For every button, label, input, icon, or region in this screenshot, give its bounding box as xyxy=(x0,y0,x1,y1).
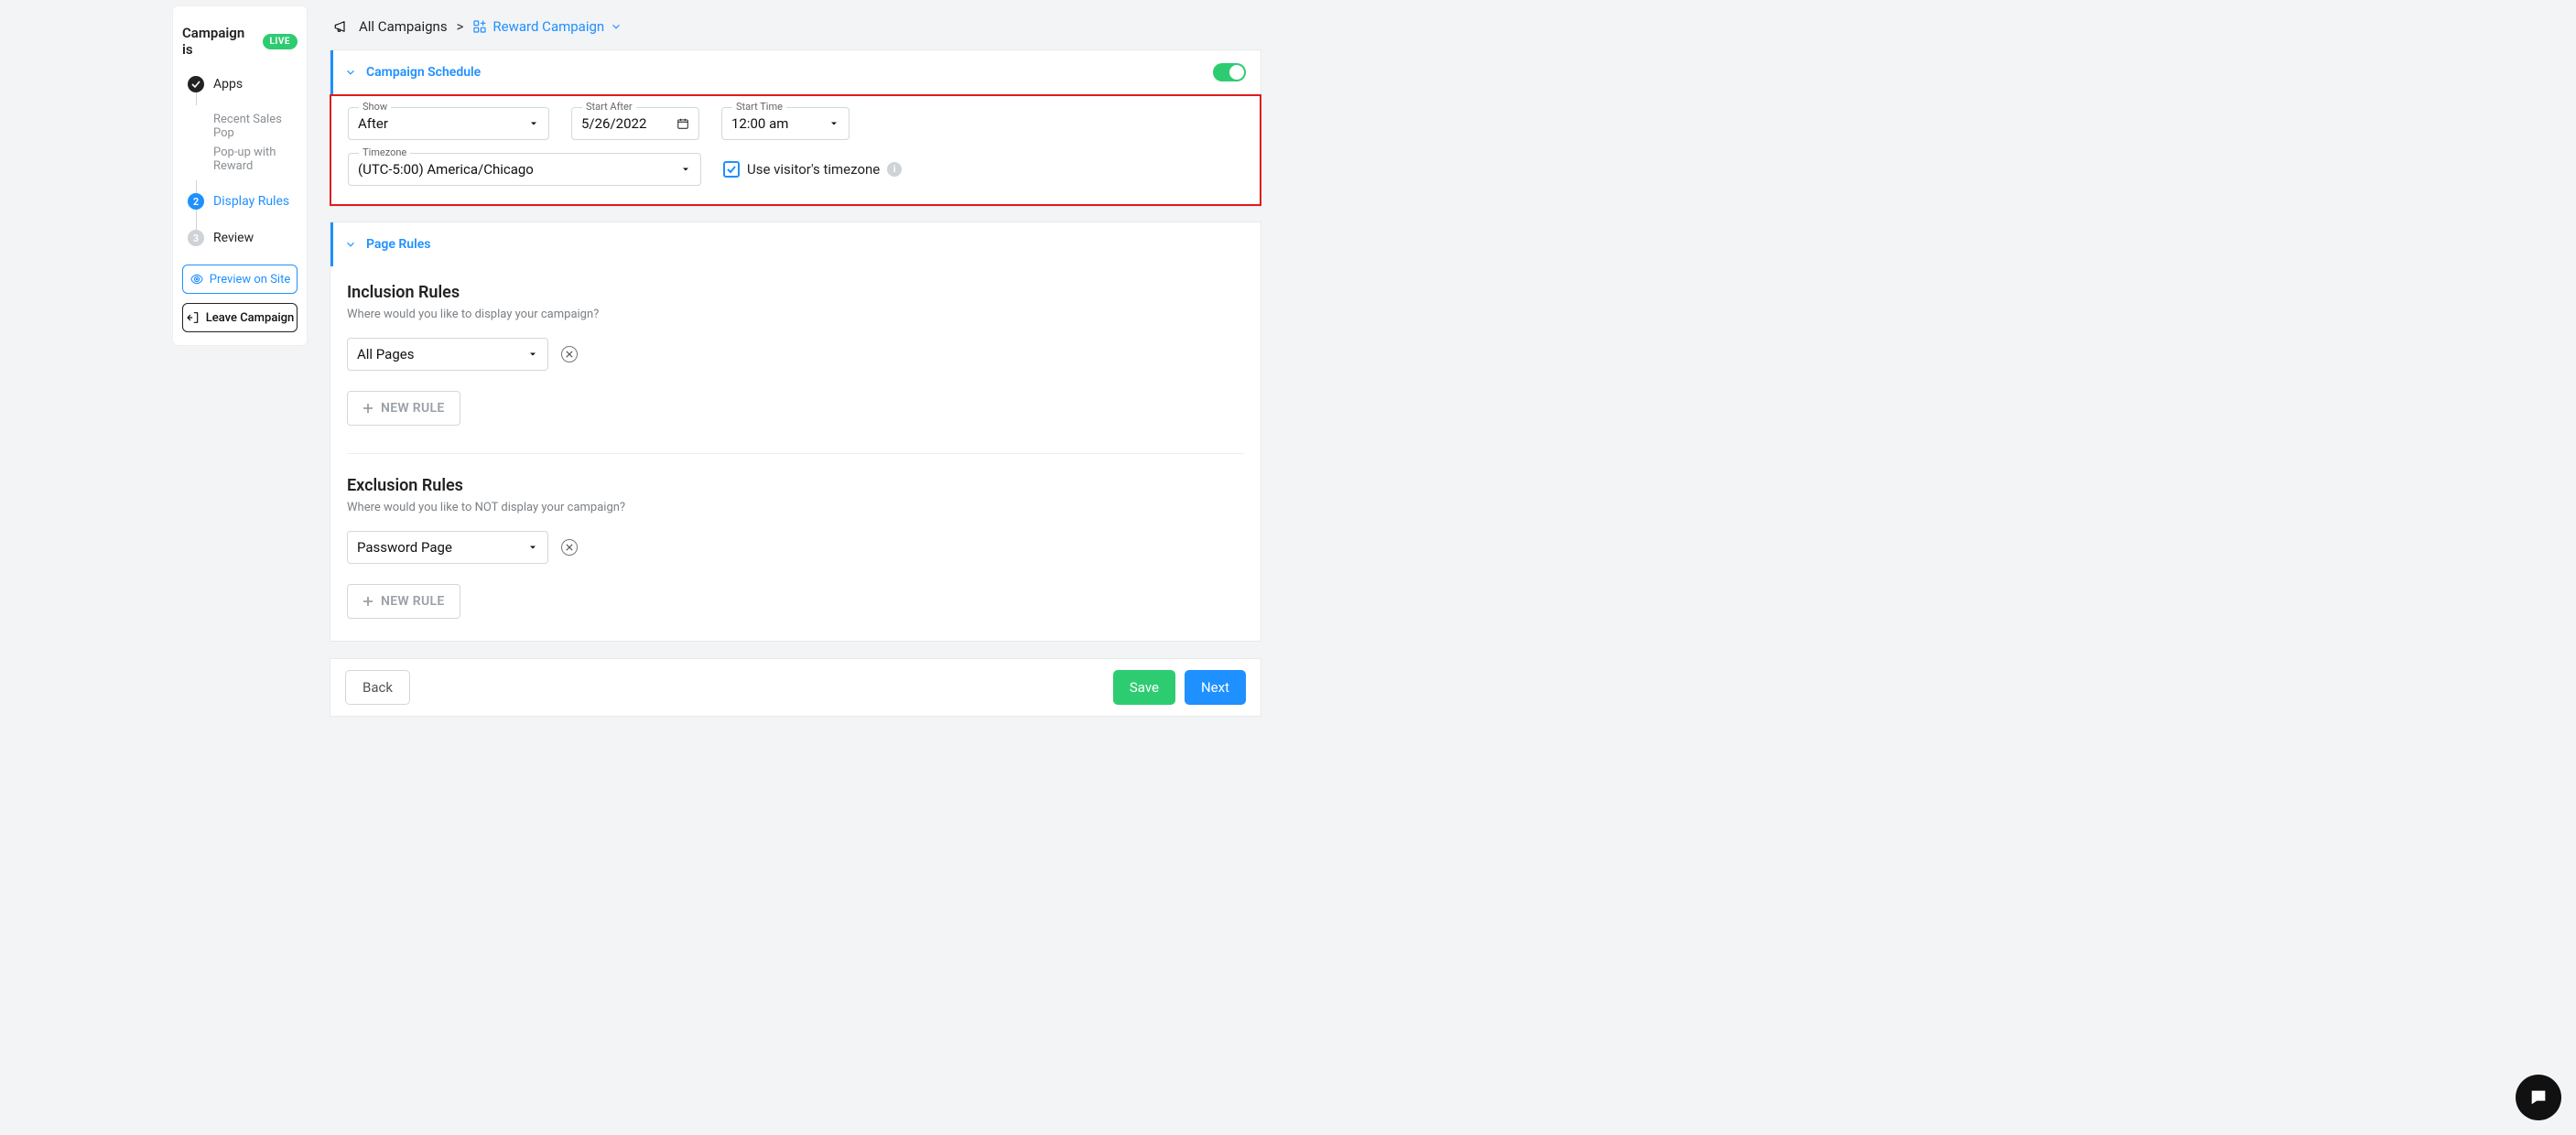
timezone-value: (UTC-5:00) America/Chicago xyxy=(358,161,534,178)
campaign-schedule-panel: Campaign Schedule Show After Start After xyxy=(330,49,1261,207)
breadcrumb-sep: > xyxy=(457,18,464,35)
step-label: Apps xyxy=(213,77,243,92)
plus-icon xyxy=(363,596,373,607)
exclusion-select[interactable]: Password Page xyxy=(347,531,548,564)
visitor-tz-label: Use visitor's timezone xyxy=(747,161,880,178)
breadcrumb-root[interactable]: All Campaigns xyxy=(359,18,448,35)
caret-down-icon xyxy=(828,118,839,129)
leave-label: Leave Campaign xyxy=(206,311,295,325)
breadcrumb-current[interactable]: Reward Campaign xyxy=(472,18,622,35)
new-exclusion-rule-button[interactable]: NEW RULE xyxy=(347,584,460,619)
schedule-body-highlight: Show After Start After 5/26/2022 xyxy=(330,94,1261,206)
back-label: Back xyxy=(363,679,393,696)
inclusion-rules-block: Inclusion Rules Where would you like to … xyxy=(347,283,1244,426)
exclusion-title: Exclusion Rules xyxy=(347,476,1244,495)
field-label: Start Time xyxy=(732,101,786,113)
step-sub-item[interactable]: Recent Sales Pop xyxy=(213,113,298,140)
start-time-field[interactable]: Start Time 12:00 am xyxy=(721,107,850,140)
section-title: Campaign Schedule xyxy=(366,65,481,80)
inclusion-subtext: Where would you like to display your cam… xyxy=(347,308,1244,321)
start-after-field[interactable]: Start After 5/26/2022 xyxy=(571,107,699,140)
plus-icon xyxy=(363,403,373,414)
exit-icon xyxy=(186,310,200,325)
chevron-down-icon xyxy=(344,238,357,251)
start-after-value: 5/26/2022 xyxy=(581,115,646,132)
step-apps[interactable]: Apps xyxy=(188,76,298,92)
new-inclusion-rule-button[interactable]: NEW RULE xyxy=(347,391,460,426)
campaign-status-text: Campaign is xyxy=(182,25,255,58)
exclusion-rules-block: Exclusion Rules Where would you like to … xyxy=(347,453,1244,619)
field-label: Timezone xyxy=(359,146,410,158)
exclusion-value: Password Page xyxy=(357,539,452,556)
campaign-schedule-header[interactable]: Campaign Schedule xyxy=(330,50,1261,94)
breadcrumb-current-label: Reward Campaign xyxy=(492,18,604,35)
preview-label: Preview on Site xyxy=(210,273,291,286)
show-field[interactable]: Show After xyxy=(348,107,549,140)
save-label: Save xyxy=(1130,679,1159,696)
inclusion-title: Inclusion Rules xyxy=(347,283,1244,302)
caret-down-icon xyxy=(527,542,538,553)
exclusion-subtext: Where would you like to NOT display your… xyxy=(347,501,1244,514)
field-label: Show xyxy=(359,101,391,113)
step-review[interactable]: 3 Review xyxy=(188,230,298,246)
eye-icon xyxy=(189,272,204,286)
inclusion-select[interactable]: All Pages xyxy=(347,338,548,371)
back-button[interactable]: Back xyxy=(345,670,410,705)
caret-down-icon xyxy=(680,164,691,175)
caret-down-icon xyxy=(527,349,538,360)
next-label: Next xyxy=(1201,679,1229,696)
save-button[interactable]: Save xyxy=(1113,670,1175,705)
preview-on-site-button[interactable]: Preview on Site xyxy=(182,265,298,294)
step-display-rules[interactable]: 2 Display Rules xyxy=(188,193,298,210)
calendar-icon xyxy=(676,117,689,130)
chevron-down-icon xyxy=(344,66,357,79)
megaphone-icon xyxy=(333,18,350,35)
inclusion-value: All Pages xyxy=(357,346,414,362)
timezone-field[interactable]: Timezone (UTC-5:00) America/Chicago xyxy=(348,153,701,186)
info-icon[interactable]: i xyxy=(887,162,902,177)
new-rule-label: NEW RULE xyxy=(381,594,445,609)
step-sub-item[interactable]: Pop-up with Reward xyxy=(213,146,298,173)
step-number-icon: 3 xyxy=(188,230,204,246)
page-rules-header[interactable]: Page Rules xyxy=(330,222,1261,266)
wizard-steps: Apps Recent Sales Pop Pop-up with Reward… xyxy=(182,76,298,246)
checkbox-checked-icon xyxy=(723,161,740,178)
check-icon xyxy=(188,76,204,92)
step-label: Display Rules xyxy=(213,194,289,209)
breadcrumb: All Campaigns > Reward Campaign xyxy=(330,5,1261,49)
start-time-value: 12:00 am xyxy=(731,115,788,132)
new-rule-label: NEW RULE xyxy=(381,401,445,416)
apps-add-icon xyxy=(472,19,487,34)
live-badge: LIVE xyxy=(263,34,298,49)
sidebar: Campaign is LIVE Apps Recent Sales Pop P… xyxy=(172,5,308,346)
visitor-timezone-checkbox[interactable]: Use visitor's timezone i xyxy=(723,153,902,186)
main-content: All Campaigns > Reward Campaign Campaign… xyxy=(330,5,1261,717)
section-title: Page Rules xyxy=(366,237,430,252)
step-number-icon: 2 xyxy=(188,193,204,210)
chat-fab[interactable] xyxy=(2516,1075,2561,1120)
campaign-status: Campaign is LIVE xyxy=(182,25,298,58)
footer-bar: Back Save Next xyxy=(330,658,1261,717)
page-rules-panel: Page Rules Inclusion Rules Where would y… xyxy=(330,222,1261,642)
chevron-down-icon xyxy=(610,20,622,33)
remove-rule-button[interactable] xyxy=(561,346,578,362)
next-button[interactable]: Next xyxy=(1185,670,1246,705)
remove-rule-button[interactable] xyxy=(561,539,578,556)
chat-icon xyxy=(2528,1087,2549,1108)
step-label: Review xyxy=(213,231,254,245)
field-label: Start After xyxy=(582,101,636,113)
leave-campaign-button[interactable]: Leave Campaign xyxy=(182,303,298,332)
schedule-toggle[interactable] xyxy=(1213,63,1246,81)
caret-down-icon xyxy=(528,118,539,129)
show-value: After xyxy=(358,115,388,132)
